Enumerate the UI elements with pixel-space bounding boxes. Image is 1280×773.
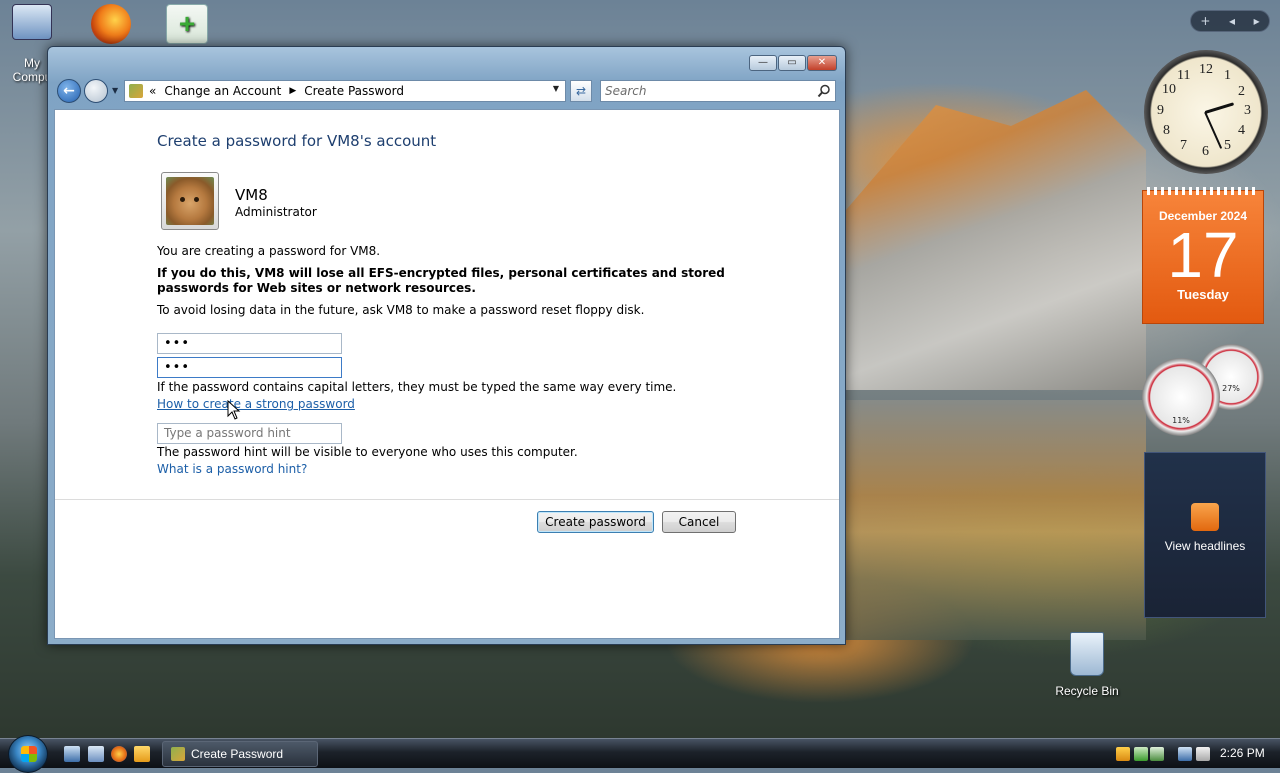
calendar-rings xyxy=(1147,187,1259,195)
volume-muted-icon[interactable] xyxy=(1196,747,1210,761)
security-shield-icon[interactable] xyxy=(1116,747,1130,761)
view-headlines-link[interactable]: View headlines xyxy=(1145,539,1265,553)
clock-number: 9 xyxy=(1157,103,1164,118)
update-icon[interactable] xyxy=(1150,747,1164,761)
intro-text: You are creating a password for VM8. xyxy=(157,244,381,258)
next-gadget-button[interactable]: ▸ xyxy=(1254,14,1260,28)
previous-gadget-button[interactable]: ◂ xyxy=(1229,14,1235,28)
windows-logo-icon xyxy=(21,746,37,762)
network-icon[interactable] xyxy=(1178,747,1192,761)
strong-password-link[interactable]: How to create a strong password xyxy=(157,397,355,411)
cpu-percent: 11% xyxy=(1172,416,1190,425)
password-hint-field[interactable]: Type a password hint xyxy=(157,423,342,444)
switch-windows-icon[interactable] xyxy=(88,746,104,762)
button-divider xyxy=(55,499,839,500)
clock-number: 10 xyxy=(1162,82,1176,97)
firefox-icon xyxy=(91,4,131,44)
computer-icon xyxy=(12,4,52,40)
create-password-window: — ▭ ✕ ← ▼ « Change an Account ▶ Create P… xyxy=(47,46,846,645)
rss-feed-icon xyxy=(1191,503,1219,531)
breadcrumb-separator-icon: ▶ xyxy=(289,86,297,96)
clock-number: 8 xyxy=(1163,123,1170,138)
back-arrow-icon: ← xyxy=(63,83,75,99)
forward-button[interactable] xyxy=(84,79,108,103)
media-player-icon[interactable] xyxy=(134,746,150,762)
caps-note: If the password contains capital letters… xyxy=(157,380,677,394)
content-pane: Create a password for VM8's account VM8 … xyxy=(54,109,840,639)
breadcrumb-overflow[interactable]: « xyxy=(149,84,156,98)
recycle-bin-icon xyxy=(1070,632,1104,676)
clock-gadget[interactable]: 12 1 2 3 4 5 6 7 8 9 10 11 xyxy=(1144,50,1268,174)
breadcrumb-create-password[interactable]: Create Password xyxy=(304,84,404,98)
account-name: VM8 xyxy=(235,186,268,204)
taskbar: Create Password 2:26 PM xyxy=(0,735,1280,773)
show-desktop-icon[interactable] xyxy=(64,746,80,762)
sidebar-controls: + ◂ ▸ xyxy=(1190,10,1270,32)
clock-number: 11 xyxy=(1177,68,1191,83)
control-panel-icon xyxy=(129,84,143,98)
clock-number: 5 xyxy=(1224,138,1231,153)
new-password-field[interactable]: ••• xyxy=(157,333,342,354)
breadcrumb-change-account[interactable]: Change an Account xyxy=(164,84,281,98)
mouse-pointer-icon xyxy=(227,400,241,420)
back-button[interactable]: ← xyxy=(57,79,81,103)
clock-number: 12 xyxy=(1199,62,1213,77)
window-controls: — ▭ ✕ xyxy=(749,55,837,71)
navigation-bar: ← ▼ « Change an Account ▶ Create Passwor… xyxy=(56,78,837,104)
clock-number: 6 xyxy=(1202,144,1209,159)
start-button[interactable] xyxy=(8,735,48,773)
address-dropdown-icon[interactable]: ▼ xyxy=(553,84,559,93)
page-title: Create a password for VM8's account xyxy=(157,132,437,150)
calendar-gadget[interactable]: December 2024 17 Tuesday xyxy=(1142,187,1264,324)
cpu-usage-dial[interactable]: 11% xyxy=(1142,358,1220,436)
feed-headlines-gadget[interactable]: View headlines xyxy=(1144,452,1266,618)
wallpaper-mountain xyxy=(846,90,1146,390)
wallpaper-lake xyxy=(846,400,1146,640)
program-shortcut-icon: + xyxy=(166,4,208,44)
advice-text: To avoid losing data in the future, ask … xyxy=(157,303,645,317)
taskbar-button-create-password[interactable]: Create Password xyxy=(162,741,318,767)
password-hint-help-link[interactable]: What is a password hint? xyxy=(157,462,307,476)
recent-pages-chevron-icon[interactable]: ▼ xyxy=(112,86,118,95)
firefox-quicklaunch-icon[interactable] xyxy=(111,746,127,762)
add-gadget-button[interactable]: + xyxy=(1200,14,1210,28)
clock-number: 1 xyxy=(1224,68,1231,83)
warning-text: If you do this, VM8 will lose all EFS-en… xyxy=(157,266,725,295)
search-placeholder: Search xyxy=(605,84,647,98)
clock-hour-hand xyxy=(1204,102,1235,114)
user-accounts-icon xyxy=(171,747,185,761)
desktop-icon-program[interactable]: + xyxy=(164,4,210,44)
clock-number: 7 xyxy=(1180,138,1187,153)
dog-picture-icon xyxy=(166,177,214,225)
calendar-day: 17 xyxy=(1167,219,1239,291)
recycle-bin-label: Recycle Bin xyxy=(1055,684,1119,698)
create-password-button[interactable]: Create password xyxy=(537,511,654,533)
search-icon[interactable] xyxy=(817,84,831,98)
hint-note: The password hint will be visible to eve… xyxy=(157,445,578,459)
user-avatar xyxy=(161,172,219,230)
checkmark-icon[interactable] xyxy=(1134,747,1148,761)
taskbar-button-label: Create Password xyxy=(191,747,284,761)
clock-number: 4 xyxy=(1238,123,1245,138)
refresh-button[interactable]: ⇄ xyxy=(570,80,592,102)
clock-number: 3 xyxy=(1244,103,1251,118)
confirm-password-field[interactable]: ••• xyxy=(157,357,342,378)
desktop-icon-recycle-bin[interactable]: Recycle Bin xyxy=(1050,632,1124,698)
desktop-icon-firefox[interactable] xyxy=(88,4,134,44)
minimize-button[interactable]: — xyxy=(749,55,777,71)
calendar-weekday: Tuesday xyxy=(1177,287,1229,302)
cancel-button[interactable]: Cancel xyxy=(662,511,736,533)
maximize-button[interactable]: ▭ xyxy=(778,55,806,71)
close-button[interactable]: ✕ xyxy=(807,55,837,71)
clock-number: 2 xyxy=(1238,84,1245,99)
clock-time[interactable]: 2:26 PM xyxy=(1220,746,1265,760)
search-input[interactable]: Search xyxy=(600,80,836,102)
refresh-icon: ⇄ xyxy=(575,84,587,98)
account-role: Administrator xyxy=(235,205,317,219)
address-bar[interactable]: « Change an Account ▶ Create Password ▼ xyxy=(124,80,566,102)
